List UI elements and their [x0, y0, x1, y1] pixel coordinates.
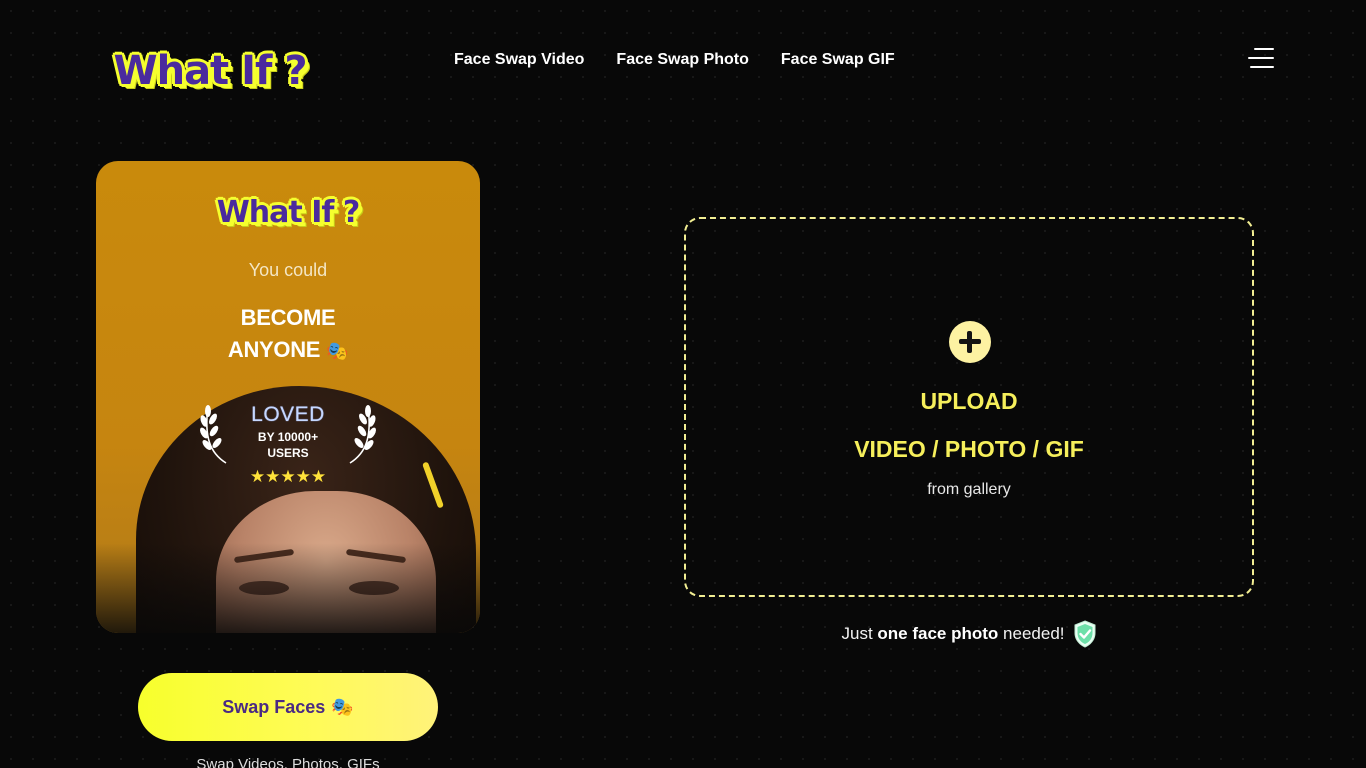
logo-text: What If ? — [113, 48, 307, 94]
nav-face-swap-video[interactable]: Face Swap Video — [454, 50, 584, 70]
menu-line — [1254, 48, 1274, 50]
swap-faces-button[interactable]: Swap Faces 🎭 — [138, 673, 438, 741]
headline-line2-text: ANYONE — [227, 337, 321, 362]
upload-dropzone[interactable]: UPLOAD VIDEO / PHOTO / GIF from gallery — [684, 217, 1254, 597]
shield-check-icon — [1074, 620, 1095, 648]
swap-subtext: Swap Videos, Photos, GIFs — [196, 756, 380, 768]
nav-face-swap-gif[interactable]: Face Swap GIF — [781, 50, 895, 70]
upload-subtitle: from gallery — [927, 481, 1011, 498]
promo-card: What If ? You could BECOME ANYONE 🎭 LOVE… — [96, 161, 480, 633]
theater-masks-icon: 🎭 — [326, 341, 349, 362]
swap-faces-label: Swap Faces — [222, 696, 326, 717]
logo[interactable]: What If ? — [92, 44, 328, 98]
star-rating-icon: ★★★★★ — [249, 467, 327, 487]
note-suffix: needed! — [1003, 624, 1065, 643]
plus-icon[interactable] — [949, 321, 991, 363]
theater-masks-icon: 🎭 — [331, 696, 354, 718]
menu-line — [1248, 57, 1274, 59]
upload-title: UPLOAD — [920, 388, 1018, 414]
promo-headline: BECOME ANYONE 🎭 — [96, 302, 480, 368]
headline-line2: ANYONE 🎭 — [96, 334, 480, 368]
loved-badge: LOVED BY 10000+ USERS ★★★★★ — [192, 399, 384, 495]
card-fade — [96, 543, 480, 633]
main-nav: Face Swap Video Face Swap Photo Face Swa… — [454, 50, 895, 70]
note-prefix: Just — [841, 624, 873, 643]
requirement-note: Just one face photo needed! — [684, 620, 1254, 648]
badge-users: BY 10000+ USERS — [192, 429, 384, 461]
note-text: Just one face photo needed! — [841, 624, 1064, 644]
badge-line2: USERS — [267, 446, 309, 460]
nav-face-swap-photo[interactable]: Face Swap Photo — [616, 50, 748, 70]
badge-line1: BY 10000+ — [257, 430, 319, 444]
card-logo: What If ? — [96, 195, 480, 230]
badge-title: LOVED — [251, 403, 325, 426]
upload-types: VIDEO / PHOTO / GIF — [854, 436, 1084, 462]
headline-line1: BECOME — [240, 305, 336, 330]
hamburger-menu-icon[interactable] — [1246, 46, 1274, 70]
card-logo-text: What If ? — [216, 195, 361, 230]
menu-line — [1250, 66, 1274, 68]
note-bold: one face photo — [877, 624, 999, 643]
promo-subtitle: You could — [248, 260, 328, 280]
